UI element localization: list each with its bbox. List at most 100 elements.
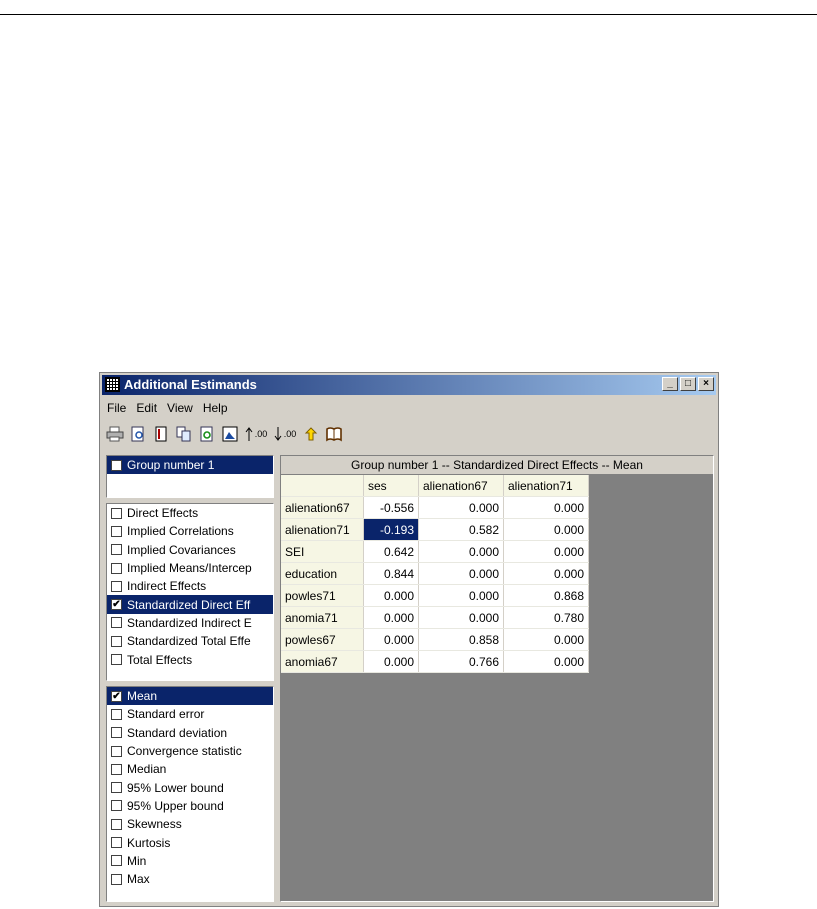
statistic-item-checkbox[interactable] (111, 782, 122, 794)
estimand-item-checkbox[interactable]: ✔ (111, 599, 122, 611)
minimize-button[interactable]: _ (662, 377, 678, 391)
grid-cell[interactable]: 0.000 (363, 628, 419, 651)
statistic-item[interactable]: 95% Lower bound (107, 778, 273, 796)
estimand-item[interactable]: ✔ Standardized Direct Eff (107, 595, 273, 614)
statistic-item-checkbox[interactable] (111, 745, 122, 757)
estimand-item[interactable]: Implied Correlations (107, 522, 273, 540)
grid-cell[interactable]: 0.000 (503, 518, 589, 541)
print-icon[interactable] (106, 425, 124, 443)
estimand-item[interactable]: Direct Effects (107, 504, 273, 522)
statistic-item-checkbox[interactable] (111, 837, 122, 849)
row-header[interactable]: powles71 (281, 584, 364, 607)
estimand-item[interactable]: Implied Means/Intercep (107, 559, 273, 577)
statistic-item[interactable]: Median (107, 760, 273, 778)
grid-cell[interactable]: 0.582 (418, 518, 504, 541)
statistic-item[interactable]: Skewness (107, 815, 273, 833)
statistic-item[interactable]: Standard error (107, 705, 273, 723)
estimand-item[interactable]: Total Effects (107, 650, 273, 668)
menu-view[interactable]: View (162, 398, 198, 418)
grid-cell[interactable]: 0.844 (363, 562, 419, 585)
grid-cell[interactable]: 0.000 (418, 540, 504, 563)
grid-cell[interactable]: 0.000 (503, 496, 589, 519)
column-header[interactable]: ses (363, 475, 419, 497)
title-bar[interactable]: Additional Estimands _ □ × (102, 375, 716, 395)
row-header[interactable]: alienation71 (281, 518, 364, 541)
picture-icon[interactable] (221, 425, 239, 443)
estimand-item[interactable]: Standardized Total Effe (107, 632, 273, 650)
estimand-item[interactable]: Standardized Indirect E (107, 614, 273, 632)
grid-cell[interactable]: -0.193 (363, 518, 419, 541)
column-header[interactable]: alienation67 (418, 475, 504, 497)
estimand-item-checkbox[interactable] (111, 617, 122, 629)
row-header[interactable]: SEI (281, 540, 364, 563)
grid-cell[interactable]: 0.000 (418, 496, 504, 519)
estimand-item-checkbox[interactable] (111, 544, 122, 556)
preview-icon[interactable] (129, 425, 147, 443)
estimand-item-checkbox[interactable] (111, 654, 122, 666)
grid-cell[interactable]: 0.000 (418, 606, 504, 629)
grid-cell[interactable]: 0.000 (503, 628, 589, 651)
statistic-item[interactable]: Min (107, 852, 273, 870)
estimand-item-checkbox[interactable] (111, 562, 122, 574)
refresh-icon[interactable] (198, 425, 216, 443)
grid-cell[interactable]: 0.858 (418, 628, 504, 651)
statistic-item[interactable]: Max (107, 870, 273, 888)
statistic-item-checkbox[interactable] (111, 708, 122, 720)
copy-icon[interactable] (175, 425, 193, 443)
decrease-decimals-icon[interactable]: .00 (273, 425, 297, 443)
statistic-item[interactable]: 95% Upper bound (107, 797, 273, 815)
estimand-item-checkbox[interactable] (111, 635, 122, 647)
menu-bar: File Edit View Help (102, 398, 233, 418)
estimand-item-checkbox[interactable] (111, 507, 122, 519)
statistic-item-checkbox[interactable] (111, 855, 122, 867)
grid-cell[interactable]: 0.766 (418, 650, 504, 673)
row-header[interactable]: anomia67 (281, 650, 364, 673)
menu-edit[interactable]: Edit (131, 398, 162, 418)
menu-file[interactable]: File (102, 398, 131, 418)
grid-cell[interactable]: 0.000 (418, 562, 504, 585)
estimand-item[interactable]: Indirect Effects (107, 577, 273, 595)
statistic-item-checkbox[interactable] (111, 800, 122, 812)
grid-cell[interactable]: 0.000 (503, 650, 589, 673)
grid-cell[interactable]: 0.000 (363, 650, 419, 673)
row-header[interactable]: education (281, 562, 364, 585)
table-row: powles71 0.000 0.000 0.868 (281, 584, 589, 607)
statistic-list: ✔ Mean Standard error Standard deviation Con… (106, 686, 274, 902)
statistic-item-checkbox[interactable] (111, 763, 122, 775)
grid-cell[interactable]: 0.000 (363, 606, 419, 629)
book-icon[interactable] (325, 425, 343, 443)
grid-cell[interactable]: 0.000 (503, 540, 589, 563)
statistic-item[interactable]: ✔ Mean (107, 687, 273, 706)
row-header[interactable]: alienation67 (281, 496, 364, 519)
help-icon[interactable] (302, 425, 320, 443)
maximize-button[interactable]: □ (680, 377, 696, 391)
estimand-item-checkbox[interactable] (111, 580, 122, 592)
statistic-item[interactable]: Standard deviation (107, 724, 273, 742)
statistic-item[interactable]: Kurtosis (107, 833, 273, 851)
close-button[interactable]: × (698, 377, 714, 391)
menu-help[interactable]: Help (198, 398, 233, 418)
statistic-item-checkbox[interactable] (111, 727, 122, 739)
increase-decimals-icon[interactable]: .00 (244, 425, 268, 443)
statistic-item-checkbox[interactable] (111, 873, 122, 885)
statistic-item-checkbox[interactable] (111, 818, 122, 830)
estimand-item-checkbox[interactable] (111, 525, 122, 537)
row-header[interactable]: anomia71 (281, 606, 364, 629)
grid-cell[interactable]: -0.556 (363, 496, 419, 519)
group-item[interactable]: Group number 1 (107, 456, 273, 475)
grid-cell[interactable]: 0.000 (503, 562, 589, 585)
column-header[interactable]: alienation71 (503, 475, 589, 497)
statistic-item-checkbox[interactable]: ✔ (111, 690, 122, 702)
grid-cell[interactable]: 0.642 (363, 540, 419, 563)
table-row: powles67 0.000 0.858 0.000 (281, 628, 589, 651)
statistic-item[interactable]: Convergence statistic (107, 742, 273, 760)
grid-cell[interactable]: 0.000 (363, 584, 419, 607)
grid-cell[interactable]: 0.868 (503, 584, 589, 607)
group-checkbox[interactable] (111, 459, 122, 471)
grid-cell[interactable]: 0.780 (503, 606, 589, 629)
grid-cell[interactable]: 0.000 (418, 584, 504, 607)
estimand-item[interactable]: Implied Covariances (107, 541, 273, 559)
row-header[interactable]: powles67 (281, 628, 364, 651)
copy-page-icon[interactable] (152, 425, 170, 443)
results-grid: ses alienation67 alienation71 alienation67-… (281, 475, 589, 673)
